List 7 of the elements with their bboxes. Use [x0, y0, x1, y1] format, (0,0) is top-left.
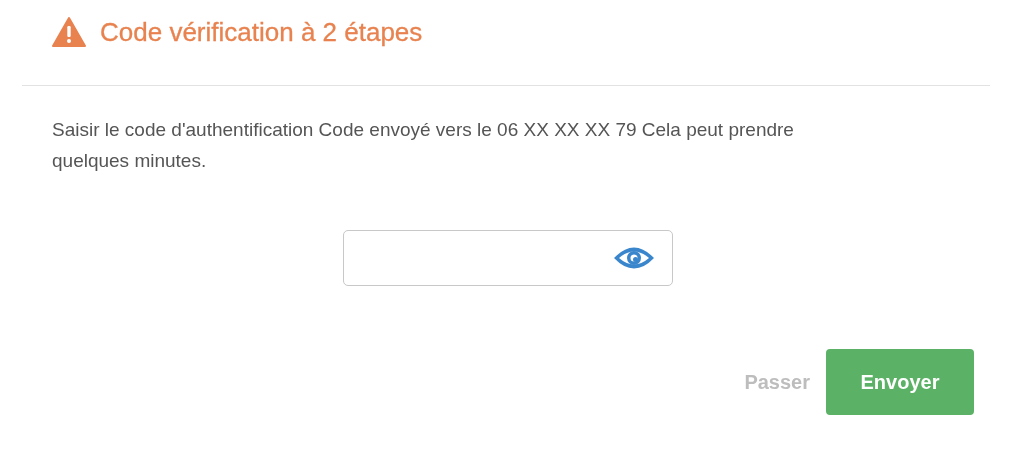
- warning-icon: [52, 17, 86, 47]
- code-field[interactable]: [343, 230, 673, 286]
- send-button[interactable]: Envoyer: [826, 349, 974, 415]
- skip-button[interactable]: Passer: [744, 349, 810, 415]
- instruction-text: Saisir le code d'authentification Code envoyé vers le 06 XX XX XX 79 Cela peut prendre quelques minutes.: [52, 118, 795, 173]
- eye-icon[interactable]: [612, 245, 656, 271]
- dialog-title: Code vérification à 2 étapes: [100, 16, 423, 48]
